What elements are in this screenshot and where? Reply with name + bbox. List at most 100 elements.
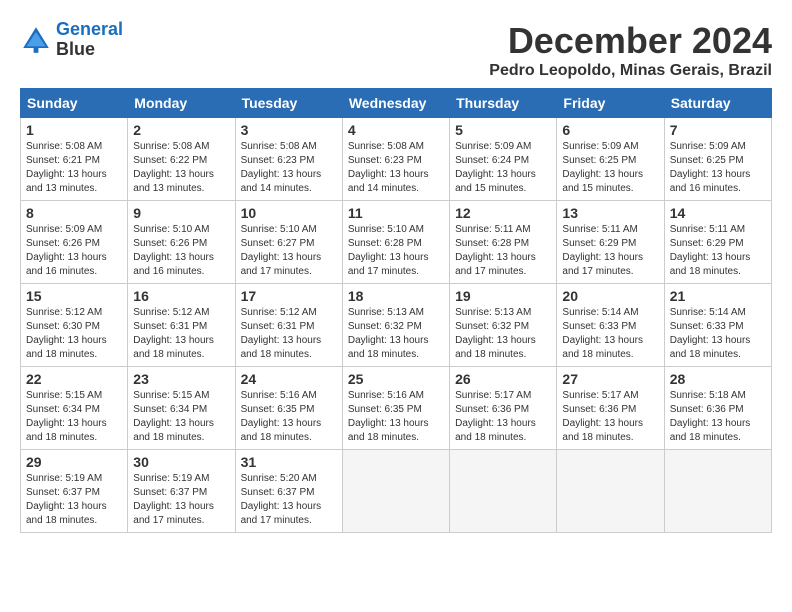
calendar-day-cell: 4 Sunrise: 5:08 AM Sunset: 6:23 PM Dayli…	[342, 118, 449, 201]
calendar-day-cell: 25 Sunrise: 5:16 AM Sunset: 6:35 PM Dayl…	[342, 367, 449, 450]
logo-icon	[20, 24, 52, 56]
calendar-day-cell: 31 Sunrise: 5:20 AM Sunset: 6:37 PM Dayl…	[235, 450, 342, 533]
calendar-day-cell: 1 Sunrise: 5:08 AM Sunset: 6:21 PM Dayli…	[21, 118, 128, 201]
calendar-day-cell	[450, 450, 557, 533]
day-number: 26	[455, 371, 551, 387]
month-title: December 2024	[489, 20, 772, 62]
calendar-day-cell	[557, 450, 664, 533]
day-info: Sunrise: 5:11 AM Sunset: 6:29 PM Dayligh…	[562, 223, 658, 279]
calendar-day-cell: 16 Sunrise: 5:12 AM Sunset: 6:31 PM Dayl…	[128, 284, 235, 367]
day-number: 3	[241, 122, 337, 138]
weekday-header: Sunday	[21, 89, 128, 118]
day-number: 24	[241, 371, 337, 387]
calendar-day-cell: 17 Sunrise: 5:12 AM Sunset: 6:31 PM Dayl…	[235, 284, 342, 367]
calendar-day-cell: 8 Sunrise: 5:09 AM Sunset: 6:26 PM Dayli…	[21, 201, 128, 284]
day-number: 20	[562, 288, 658, 304]
day-number: 18	[348, 288, 444, 304]
day-info: Sunrise: 5:12 AM Sunset: 6:31 PM Dayligh…	[241, 306, 337, 362]
day-info: Sunrise: 5:14 AM Sunset: 6:33 PM Dayligh…	[562, 306, 658, 362]
day-info: Sunrise: 5:15 AM Sunset: 6:34 PM Dayligh…	[133, 389, 229, 445]
day-number: 16	[133, 288, 229, 304]
title-area: December 2024 Pedro Leopoldo, Minas Gera…	[489, 20, 772, 80]
day-number: 22	[26, 371, 122, 387]
day-info: Sunrise: 5:09 AM Sunset: 6:26 PM Dayligh…	[26, 223, 122, 279]
day-info: Sunrise: 5:08 AM Sunset: 6:23 PM Dayligh…	[241, 140, 337, 196]
day-info: Sunrise: 5:14 AM Sunset: 6:33 PM Dayligh…	[670, 306, 766, 362]
calendar-table: SundayMondayTuesdayWednesdayThursdayFrid…	[20, 88, 772, 533]
day-info: Sunrise: 5:10 AM Sunset: 6:26 PM Dayligh…	[133, 223, 229, 279]
day-number: 1	[26, 122, 122, 138]
calendar-week-row: 29 Sunrise: 5:19 AM Sunset: 6:37 PM Dayl…	[21, 450, 772, 533]
logo: General Blue	[20, 20, 123, 60]
calendar-day-cell: 26 Sunrise: 5:17 AM Sunset: 6:36 PM Dayl…	[450, 367, 557, 450]
day-info: Sunrise: 5:18 AM Sunset: 6:36 PM Dayligh…	[670, 389, 766, 445]
calendar-day-cell	[342, 450, 449, 533]
calendar-day-cell: 18 Sunrise: 5:13 AM Sunset: 6:32 PM Dayl…	[342, 284, 449, 367]
day-info: Sunrise: 5:10 AM Sunset: 6:27 PM Dayligh…	[241, 223, 337, 279]
calendar-day-cell: 15 Sunrise: 5:12 AM Sunset: 6:30 PM Dayl…	[21, 284, 128, 367]
calendar-week-row: 1 Sunrise: 5:08 AM Sunset: 6:21 PM Dayli…	[21, 118, 772, 201]
location: Pedro Leopoldo, Minas Gerais, Brazil	[489, 62, 772, 80]
weekday-header: Thursday	[450, 89, 557, 118]
day-info: Sunrise: 5:10 AM Sunset: 6:28 PM Dayligh…	[348, 223, 444, 279]
day-number: 4	[348, 122, 444, 138]
day-info: Sunrise: 5:09 AM Sunset: 6:24 PM Dayligh…	[455, 140, 551, 196]
weekday-header: Wednesday	[342, 89, 449, 118]
calendar-day-cell: 28 Sunrise: 5:18 AM Sunset: 6:36 PM Dayl…	[664, 367, 771, 450]
calendar-day-cell: 21 Sunrise: 5:14 AM Sunset: 6:33 PM Dayl…	[664, 284, 771, 367]
day-number: 6	[562, 122, 658, 138]
day-number: 13	[562, 205, 658, 221]
day-info: Sunrise: 5:08 AM Sunset: 6:23 PM Dayligh…	[348, 140, 444, 196]
calendar-day-cell: 19 Sunrise: 5:13 AM Sunset: 6:32 PM Dayl…	[450, 284, 557, 367]
day-info: Sunrise: 5:16 AM Sunset: 6:35 PM Dayligh…	[348, 389, 444, 445]
day-info: Sunrise: 5:09 AM Sunset: 6:25 PM Dayligh…	[562, 140, 658, 196]
calendar-day-cell: 10 Sunrise: 5:10 AM Sunset: 6:27 PM Dayl…	[235, 201, 342, 284]
day-number: 19	[455, 288, 551, 304]
calendar-day-cell	[664, 450, 771, 533]
calendar-day-cell: 30 Sunrise: 5:19 AM Sunset: 6:37 PM Dayl…	[128, 450, 235, 533]
day-info: Sunrise: 5:15 AM Sunset: 6:34 PM Dayligh…	[26, 389, 122, 445]
day-number: 11	[348, 205, 444, 221]
day-info: Sunrise: 5:11 AM Sunset: 6:28 PM Dayligh…	[455, 223, 551, 279]
day-number: 31	[241, 454, 337, 470]
day-number: 29	[26, 454, 122, 470]
weekday-header: Monday	[128, 89, 235, 118]
calendar-week-row: 8 Sunrise: 5:09 AM Sunset: 6:26 PM Dayli…	[21, 201, 772, 284]
calendar-day-cell: 3 Sunrise: 5:08 AM Sunset: 6:23 PM Dayli…	[235, 118, 342, 201]
day-info: Sunrise: 5:13 AM Sunset: 6:32 PM Dayligh…	[455, 306, 551, 362]
day-number: 10	[241, 205, 337, 221]
calendar-day-cell: 24 Sunrise: 5:16 AM Sunset: 6:35 PM Dayl…	[235, 367, 342, 450]
calendar-day-cell: 5 Sunrise: 5:09 AM Sunset: 6:24 PM Dayli…	[450, 118, 557, 201]
calendar-day-cell: 27 Sunrise: 5:17 AM Sunset: 6:36 PM Dayl…	[557, 367, 664, 450]
day-info: Sunrise: 5:12 AM Sunset: 6:31 PM Dayligh…	[133, 306, 229, 362]
calendar-day-cell: 2 Sunrise: 5:08 AM Sunset: 6:22 PM Dayli…	[128, 118, 235, 201]
day-info: Sunrise: 5:08 AM Sunset: 6:21 PM Dayligh…	[26, 140, 122, 196]
day-number: 30	[133, 454, 229, 470]
calendar-day-cell: 13 Sunrise: 5:11 AM Sunset: 6:29 PM Dayl…	[557, 201, 664, 284]
calendar-day-cell: 11 Sunrise: 5:10 AM Sunset: 6:28 PM Dayl…	[342, 201, 449, 284]
day-info: Sunrise: 5:20 AM Sunset: 6:37 PM Dayligh…	[241, 472, 337, 528]
day-info: Sunrise: 5:12 AM Sunset: 6:30 PM Dayligh…	[26, 306, 122, 362]
day-info: Sunrise: 5:19 AM Sunset: 6:37 PM Dayligh…	[133, 472, 229, 528]
day-number: 23	[133, 371, 229, 387]
day-info: Sunrise: 5:17 AM Sunset: 6:36 PM Dayligh…	[455, 389, 551, 445]
weekday-header: Tuesday	[235, 89, 342, 118]
calendar-day-cell: 9 Sunrise: 5:10 AM Sunset: 6:26 PM Dayli…	[128, 201, 235, 284]
day-number: 21	[670, 288, 766, 304]
day-number: 5	[455, 122, 551, 138]
calendar-day-cell: 23 Sunrise: 5:15 AM Sunset: 6:34 PM Dayl…	[128, 367, 235, 450]
header-row: SundayMondayTuesdayWednesdayThursdayFrid…	[21, 89, 772, 118]
day-number: 9	[133, 205, 229, 221]
calendar-day-cell: 14 Sunrise: 5:11 AM Sunset: 6:29 PM Dayl…	[664, 201, 771, 284]
day-number: 2	[133, 122, 229, 138]
day-number: 25	[348, 371, 444, 387]
day-number: 28	[670, 371, 766, 387]
calendar-day-cell: 7 Sunrise: 5:09 AM Sunset: 6:25 PM Dayli…	[664, 118, 771, 201]
day-number: 27	[562, 371, 658, 387]
header: General Blue December 2024 Pedro Leopold…	[20, 20, 772, 80]
day-number: 12	[455, 205, 551, 221]
calendar-week-row: 22 Sunrise: 5:15 AM Sunset: 6:34 PM Dayl…	[21, 367, 772, 450]
day-info: Sunrise: 5:13 AM Sunset: 6:32 PM Dayligh…	[348, 306, 444, 362]
day-info: Sunrise: 5:16 AM Sunset: 6:35 PM Dayligh…	[241, 389, 337, 445]
day-number: 15	[26, 288, 122, 304]
